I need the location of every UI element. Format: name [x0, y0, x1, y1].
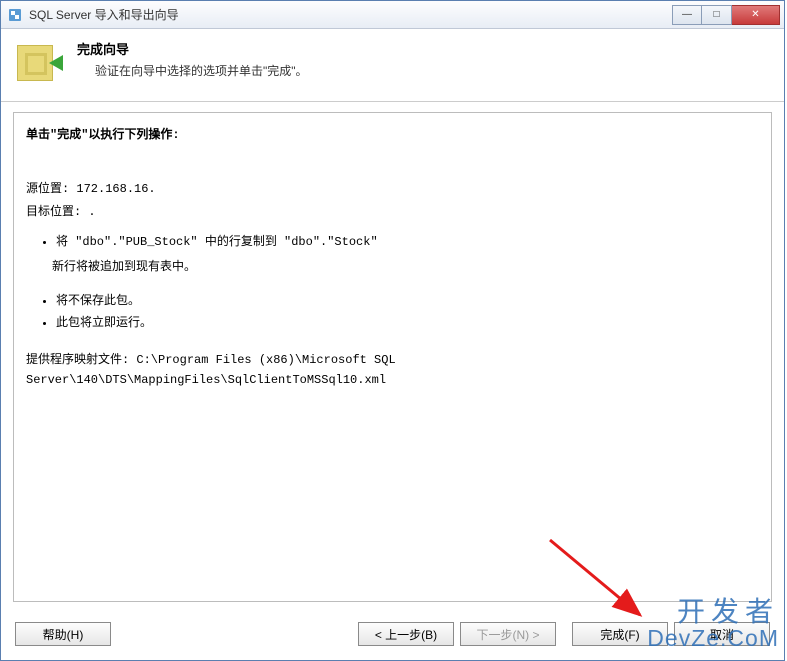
copy-note: 新行将被追加到现有表中。	[26, 257, 759, 277]
list-item: 此包将立即运行。	[56, 313, 759, 333]
wizard-complete-icon	[15, 39, 63, 87]
finish-button[interactable]: 完成(F)	[572, 622, 668, 646]
back-button[interactable]: < 上一步(B)	[358, 622, 454, 646]
target-location: 目标位置: .	[26, 202, 759, 222]
titlebar[interactable]: SQL Server 导入和导出向导 — □ ✕	[1, 1, 784, 29]
mapping-file: 提供程序映射文件: C:\Program Files (x86)\Microso…	[26, 350, 759, 391]
close-button[interactable]: ✕	[732, 5, 780, 25]
window-controls: — □ ✕	[672, 5, 780, 25]
wizard-step-title: 完成向导	[77, 39, 308, 58]
summary-panel: 单击"完成"以执行下列操作: 源位置: 172.168.16. 目标位置: . …	[13, 112, 772, 602]
list-item: 将 "dbo"."PUB_Stock" 中的行复制到 "dbo"."Stock"	[56, 232, 759, 252]
actions-list-1: 将 "dbo"."PUB_Stock" 中的行复制到 "dbo"."Stock"	[26, 232, 759, 252]
cancel-button[interactable]: 取消	[674, 622, 770, 646]
summary-heading: 单击"完成"以执行下列操作:	[26, 125, 759, 145]
wizard-header: 完成向导 验证在向导中选择的选项并单击"完成"。	[1, 29, 784, 102]
maximize-button[interactable]: □	[702, 5, 732, 25]
app-icon	[7, 7, 23, 23]
next-button[interactable]: 下一步(N) >	[460, 622, 556, 646]
window-title: SQL Server 导入和导出向导	[29, 6, 672, 23]
minimize-button[interactable]: —	[672, 5, 702, 25]
wizard-button-bar: 帮助(H) < 上一步(B) 下一步(N) > 完成(F) 取消	[1, 612, 784, 660]
wizard-step-subtitle: 验证在向导中选择的选项并单击"完成"。	[77, 62, 308, 79]
actions-list-2: 将不保存此包。 此包将立即运行。	[26, 291, 759, 334]
help-button[interactable]: 帮助(H)	[15, 622, 111, 646]
list-item: 将不保存此包。	[56, 291, 759, 311]
wizard-window: SQL Server 导入和导出向导 — □ ✕ 完成向导 验证在向导中选择的选…	[0, 0, 785, 661]
source-location: 源位置: 172.168.16.	[26, 179, 759, 199]
